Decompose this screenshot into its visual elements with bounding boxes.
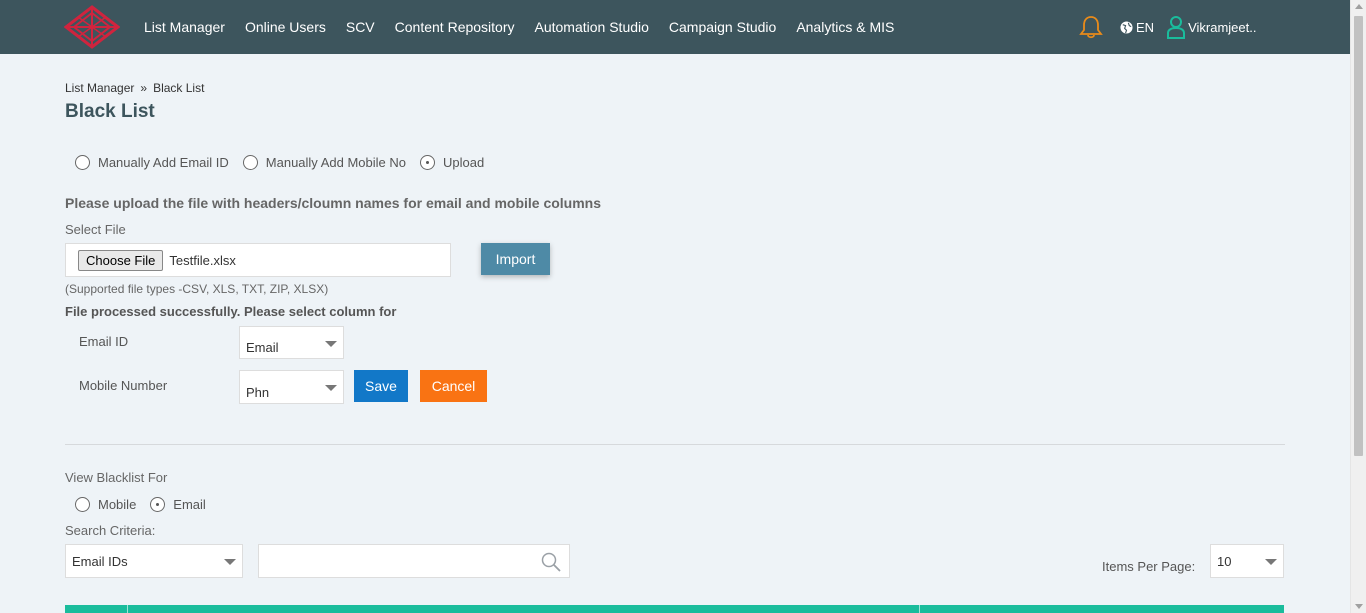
add-mode-radio-group: Manually Add Email ID Manually Add Mobil… (75, 155, 498, 170)
globe-icon[interactable] (1120, 20, 1133, 34)
radio-manual-email[interactable]: Manually Add Email ID (75, 155, 229, 170)
mobile-number-label: Mobile Number (79, 378, 168, 393)
top-navbar: List Manager Online Users SCV Content Re… (0, 0, 1350, 54)
user-icon[interactable] (1166, 15, 1186, 39)
breadcrumb-current: Black List (153, 81, 205, 95)
header-tools: EN Vikramjeet.. (1078, 0, 1256, 54)
main-nav: List Manager Online Users SCV Content Re… (144, 0, 914, 54)
search-criteria-select[interactable]: Email IDs (65, 544, 243, 578)
email-column-select[interactable]: Email (239, 326, 344, 359)
search-icon[interactable] (541, 552, 561, 572)
items-per-page-label: Items Per Page: (1102, 559, 1196, 574)
chevron-down-icon (1265, 559, 1277, 565)
brand-logo[interactable] (64, 5, 120, 49)
selected-file-name: Testfile.xlsx (169, 252, 236, 268)
radio-label: Mobile (98, 497, 137, 512)
user-name[interactable]: Vikramjeet.. (1188, 20, 1256, 35)
search-criteria-label: Search Criteria: (65, 523, 156, 538)
page-title: Black List (65, 101, 155, 122)
nav-campaign-studio[interactable]: Campaign Studio (669, 19, 776, 35)
bell-icon[interactable] (1078, 14, 1104, 40)
scroll-thumb[interactable] (1354, 16, 1363, 456)
radio-label: Manually Add Email ID (98, 155, 229, 170)
breadcrumb: List Manager » Black List (65, 81, 204, 95)
section-divider (65, 444, 1285, 445)
chevron-down-icon (224, 559, 236, 565)
nav-scv[interactable]: SCV (346, 19, 375, 35)
scroll-up-arrow-icon[interactable] (1355, 4, 1363, 9)
select-file-label: Select File (65, 222, 126, 237)
nav-automation-studio[interactable]: Automation Studio (535, 19, 649, 35)
radio-label: Upload (442, 155, 485, 170)
radio-button[interactable] (75, 497, 90, 512)
cancel-button[interactable]: Cancel (420, 370, 487, 402)
column-separator (919, 605, 920, 613)
mobile-column-value: Phn (246, 384, 270, 400)
import-button[interactable]: Import (481, 243, 550, 275)
scroll-down-arrow-icon[interactable] (1355, 604, 1363, 609)
search-criteria-value: Email IDs (72, 553, 128, 569)
nav-content-repository[interactable]: Content Repository (395, 19, 515, 35)
view-blacklist-label: View Blacklist For (65, 470, 168, 485)
radio-label: Email (173, 497, 206, 512)
radio-view-email[interactable]: Email (150, 497, 206, 512)
upload-instructions: Please upload the file with headers/clou… (65, 195, 602, 211)
email-column-value: Email (246, 340, 279, 355)
breadcrumb-separator: » (140, 81, 148, 95)
page-scrollbar[interactable] (1350, 0, 1366, 613)
view-radio-group: Mobile Email (75, 497, 220, 512)
radio-label: Manually Add Mobile No (265, 155, 406, 170)
column-separator (127, 605, 128, 613)
language-selector[interactable]: EN (1136, 20, 1154, 35)
processed-message: File processed successfully. Please sele… (65, 304, 397, 319)
nav-list-manager[interactable]: List Manager (144, 19, 225, 35)
nav-analytics-mis[interactable]: Analytics & MIS (796, 19, 894, 35)
radio-button-checked[interactable] (419, 155, 435, 170)
email-id-label: Email ID (79, 334, 129, 349)
chevron-down-icon (325, 385, 337, 391)
nav-online-users[interactable]: Online Users (245, 19, 326, 35)
chevron-down-icon (325, 340, 337, 347)
radio-manual-mobile[interactable]: Manually Add Mobile No (242, 155, 406, 170)
radio-button-checked[interactable] (150, 497, 166, 512)
choose-file-button[interactable]: Choose File (78, 249, 164, 271)
radio-upload[interactable]: Upload (419, 155, 485, 170)
search-input[interactable] (258, 544, 570, 578)
items-per-page-value: 10 (1217, 553, 1232, 569)
radio-view-mobile[interactable]: Mobile (75, 497, 136, 512)
breadcrumb-list-manager[interactable]: List Manager (65, 81, 134, 95)
radio-button[interactable] (242, 155, 258, 170)
file-input[interactable]: Choose File Testfile.xlsx (65, 243, 451, 277)
radio-button[interactable] (75, 155, 90, 170)
blacklist-table-header (65, 605, 1284, 613)
mobile-column-select[interactable]: Phn (239, 370, 344, 404)
supported-file-types: (Supported file types -CSV, XLS, TXT, ZI… (65, 282, 329, 296)
save-button[interactable]: Save (354, 370, 408, 402)
items-per-page-select[interactable]: 10 (1210, 544, 1284, 578)
